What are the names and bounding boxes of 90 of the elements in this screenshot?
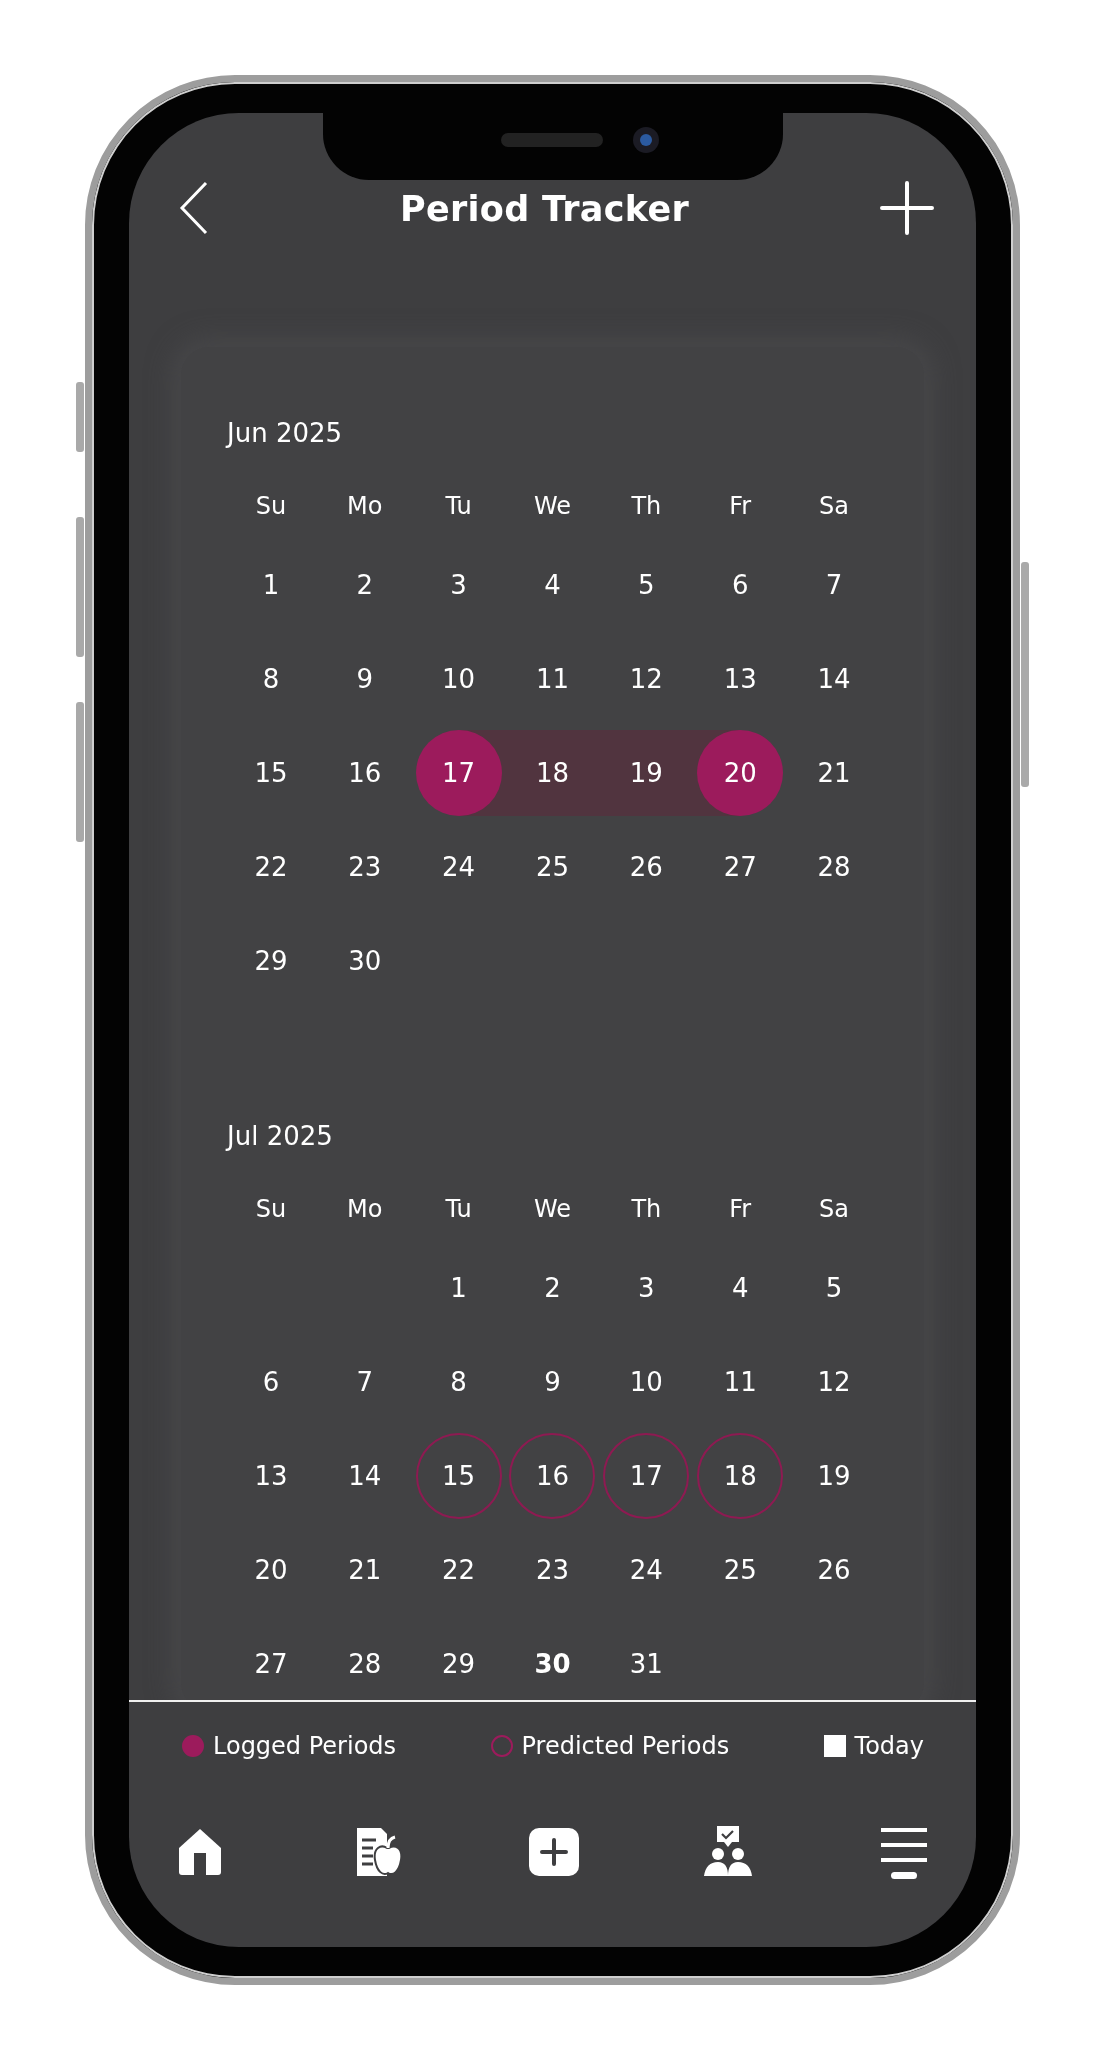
calendar-day[interactable]: 20 <box>227 1527 314 1613</box>
calendar-day[interactable]: 25 <box>697 1527 784 1613</box>
calendar-day[interactable]: 17 <box>415 730 502 816</box>
calendar-day[interactable]: 26 <box>791 1527 878 1613</box>
calendar-day[interactable]: 6 <box>697 542 784 628</box>
calendar-day[interactable]: 20 <box>697 730 784 816</box>
calendar-day[interactable]: 27 <box>227 1621 314 1700</box>
weekday-label: Sa <box>818 491 851 522</box>
weekday-label: Su <box>254 1194 288 1225</box>
calendar-day[interactable]: 16 <box>321 730 408 816</box>
calendar-day[interactable]: 22 <box>415 1527 502 1613</box>
calendar-day[interactable]: 14 <box>321 1433 408 1519</box>
calendar-day[interactable]: 3 <box>603 1245 690 1331</box>
calendar-day[interactable]: 28 <box>791 824 878 910</box>
weekday-label: Su <box>254 491 288 522</box>
plus-square-icon <box>526 1825 579 1878</box>
speaker-grille-icon <box>501 133 603 147</box>
calendar-day[interactable]: 21 <box>791 730 878 816</box>
calendar-day[interactable]: 9 <box>509 1339 596 1425</box>
calendar-day[interactable]: 4 <box>509 542 596 628</box>
month-label: Jul 2025 <box>224 1120 334 1153</box>
calendar-day[interactable]: 23 <box>321 824 408 910</box>
calendar-day[interactable]: 18 <box>697 1433 784 1519</box>
plus-icon <box>880 181 934 235</box>
calendar-day[interactable]: 11 <box>509 636 596 722</box>
month-label: Jun 2025 <box>224 417 344 450</box>
calendar-day[interactable]: 26 <box>603 824 690 910</box>
weekday-label: Th <box>630 491 663 522</box>
calendar-day[interactable]: 19 <box>603 730 690 816</box>
calendar-day[interactable]: 3 <box>415 542 502 628</box>
calendar-day[interactable]: 27 <box>697 824 784 910</box>
calendar-day[interactable]: 2 <box>321 542 408 628</box>
people-chat-icon <box>702 1825 755 1878</box>
calendar-day[interactable]: 28 <box>321 1621 408 1700</box>
legend-label: Logged Periods <box>213 1730 397 1762</box>
calendar-day[interactable]: 4 <box>697 1245 784 1331</box>
weekday-label: Tu <box>444 491 473 522</box>
weekday-label: Tu <box>444 1194 473 1225</box>
calendar-day[interactable]: 22 <box>227 824 314 910</box>
weekday-label: We <box>532 491 573 522</box>
calendar-day[interactable]: 15 <box>415 1433 502 1519</box>
calendar-day[interactable]: 19 <box>791 1433 878 1519</box>
calendar-day[interactable]: 1 <box>415 1245 502 1331</box>
calendar-day[interactable]: 14 <box>791 636 878 722</box>
camera-icon <box>633 127 659 153</box>
calendar-day[interactable]: 8 <box>415 1339 502 1425</box>
calendar-day[interactable]: 9 <box>321 636 408 722</box>
calendar-day[interactable]: 16 <box>509 1433 596 1519</box>
calendar-day[interactable]: 30 <box>321 918 408 1004</box>
calendar-day[interactable]: 12 <box>791 1339 878 1425</box>
calendar-day[interactable]: 24 <box>415 824 502 910</box>
calendar-day[interactable]: 10 <box>603 1339 690 1425</box>
calendar-day[interactable]: 15 <box>227 730 314 816</box>
calendar-day[interactable]: 31 <box>603 1621 690 1700</box>
weekday-label: Fr <box>728 1194 753 1225</box>
calendar-day[interactable]: 1 <box>227 542 314 628</box>
calendar-day[interactable]: 23 <box>509 1527 596 1613</box>
calendar-day[interactable]: 2 <box>509 1245 596 1331</box>
calendar-day[interactable]: 17 <box>603 1433 690 1519</box>
weekday-label: Sa <box>818 1194 851 1225</box>
calendar-day[interactable]: 24 <box>603 1527 690 1613</box>
calendar-day[interactable]: 5 <box>791 1245 878 1331</box>
calendar-day[interactable]: 5 <box>603 542 690 628</box>
calendar-day[interactable]: 12 <box>603 636 690 722</box>
calendar-day[interactable]: 11 <box>697 1339 784 1425</box>
menu-icon <box>878 1825 930 1864</box>
calendar-day[interactable]: 30 <box>509 1621 596 1700</box>
calendar-day[interactable]: 29 <box>227 918 314 1004</box>
weekday-label: Mo <box>346 491 384 522</box>
weekday-label: Fr <box>728 491 753 522</box>
calendar-day[interactable]: 6 <box>227 1339 314 1425</box>
weekday-label: We <box>532 1194 573 1225</box>
calendar-day[interactable]: 10 <box>415 636 502 722</box>
calendar-day[interactable]: 21 <box>321 1527 408 1613</box>
add-button[interactable] <box>880 181 934 235</box>
calendar-day[interactable]: 8 <box>227 636 314 722</box>
legend-label: Predicted Periods <box>521 1730 730 1762</box>
calendar-day[interactable]: 7 <box>791 542 878 628</box>
calendar-day[interactable]: 13 <box>697 636 784 722</box>
back-button[interactable] <box>179 181 209 235</box>
legend-label: Today <box>854 1730 924 1762</box>
weekday-label: Mo <box>346 1194 384 1225</box>
screen-title: Period Tracker <box>399 187 690 231</box>
back-icon <box>179 181 209 235</box>
calendar-day[interactable]: 7 <box>321 1339 408 1425</box>
calendar-day[interactable]: 25 <box>509 824 596 910</box>
calendar-day[interactable]: 13 <box>227 1433 314 1519</box>
weekday-label: Th <box>630 1194 663 1225</box>
calendar-day[interactable]: 29 <box>415 1621 502 1700</box>
calendar-day[interactable]: 18 <box>509 730 596 816</box>
